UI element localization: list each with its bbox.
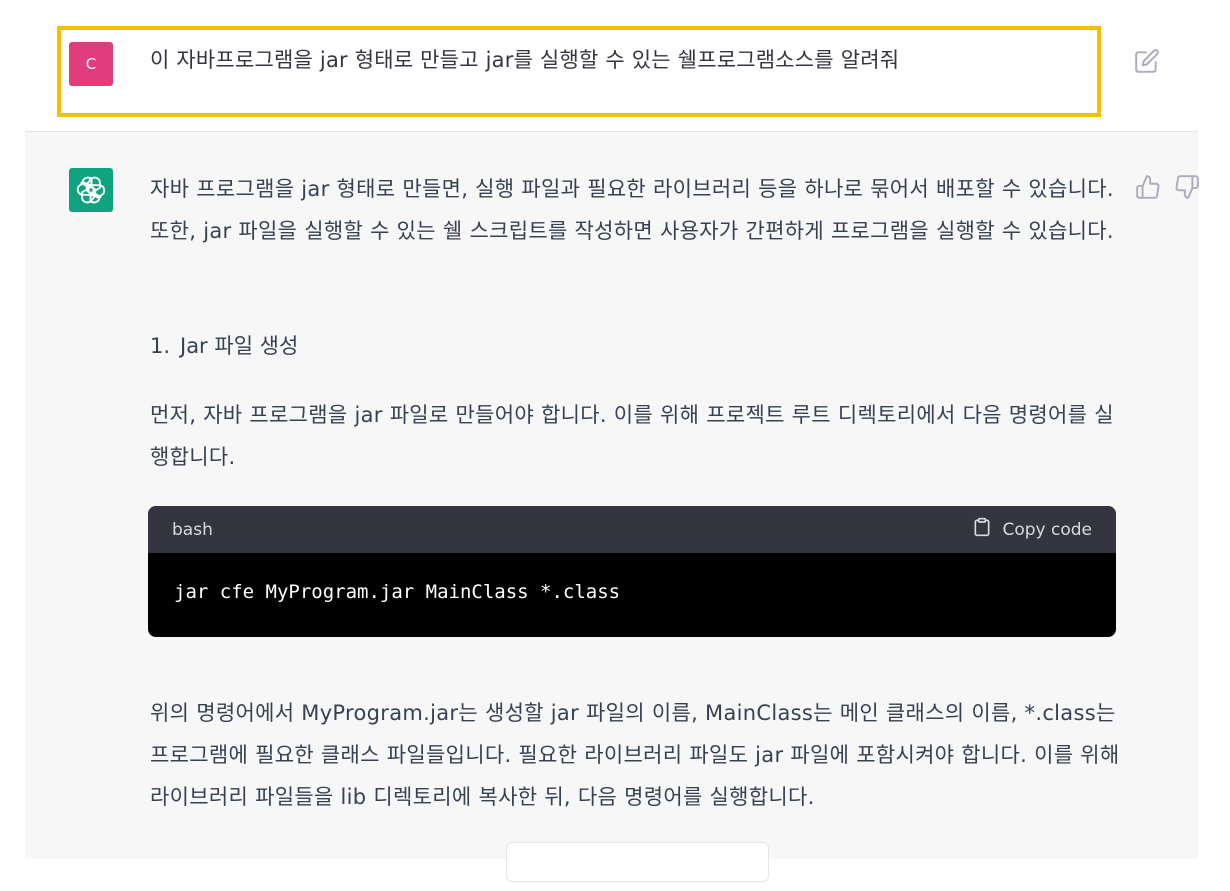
code-block: bash Copy code jar cfe MyProgram.jar Mai…	[148, 506, 1116, 637]
assistant-paragraph-3: 위의 명령어에서 MyProgram.jar는 생성할 jar 파일의 이름, …	[150, 701, 1120, 809]
list-item-text: Jar 파일 생성	[180, 334, 299, 358]
user-avatar: C	[69, 42, 113, 86]
copy-code-button[interactable]: Copy code	[972, 516, 1092, 543]
assistant-intro-paragraph: 자바 프로그램을 jar 형태로 만들면, 실행 파일과 필요한 라이브러리 등…	[150, 177, 1114, 243]
copy-code-label: Copy code	[1002, 519, 1092, 540]
user-avatar-letter: C	[85, 55, 97, 73]
assistant-paragraph-2: 먼저, 자바 프로그램을 jar 파일로 만들어야 합니다. 이를 위해 프로젝…	[150, 403, 1114, 469]
list-item-number: 1.	[150, 334, 171, 358]
chat-page: C 이 자바프로그램을 jar 형태로 만들고 jar를 실행할 수 있는 쉘프…	[0, 0, 1230, 891]
list-item: 1. Jar 파일 생성	[150, 326, 298, 366]
user-message-text: 이 자바프로그램을 jar 형태로 만들고 jar를 실행할 수 있는 쉘프로그…	[150, 48, 900, 72]
code-language-label: bash	[172, 519, 213, 540]
openai-logo-icon	[69, 168, 113, 212]
thumbs-up-icon[interactable]	[1135, 174, 1161, 200]
thumbs-down-icon[interactable]	[1174, 174, 1200, 200]
edit-icon[interactable]	[1134, 48, 1160, 74]
scroll-button[interactable]	[506, 842, 769, 882]
clipboard-icon	[972, 516, 992, 543]
code-header: bash Copy code	[148, 506, 1116, 553]
code-content: jar cfe MyProgram.jar MainClass *.class	[174, 581, 621, 603]
